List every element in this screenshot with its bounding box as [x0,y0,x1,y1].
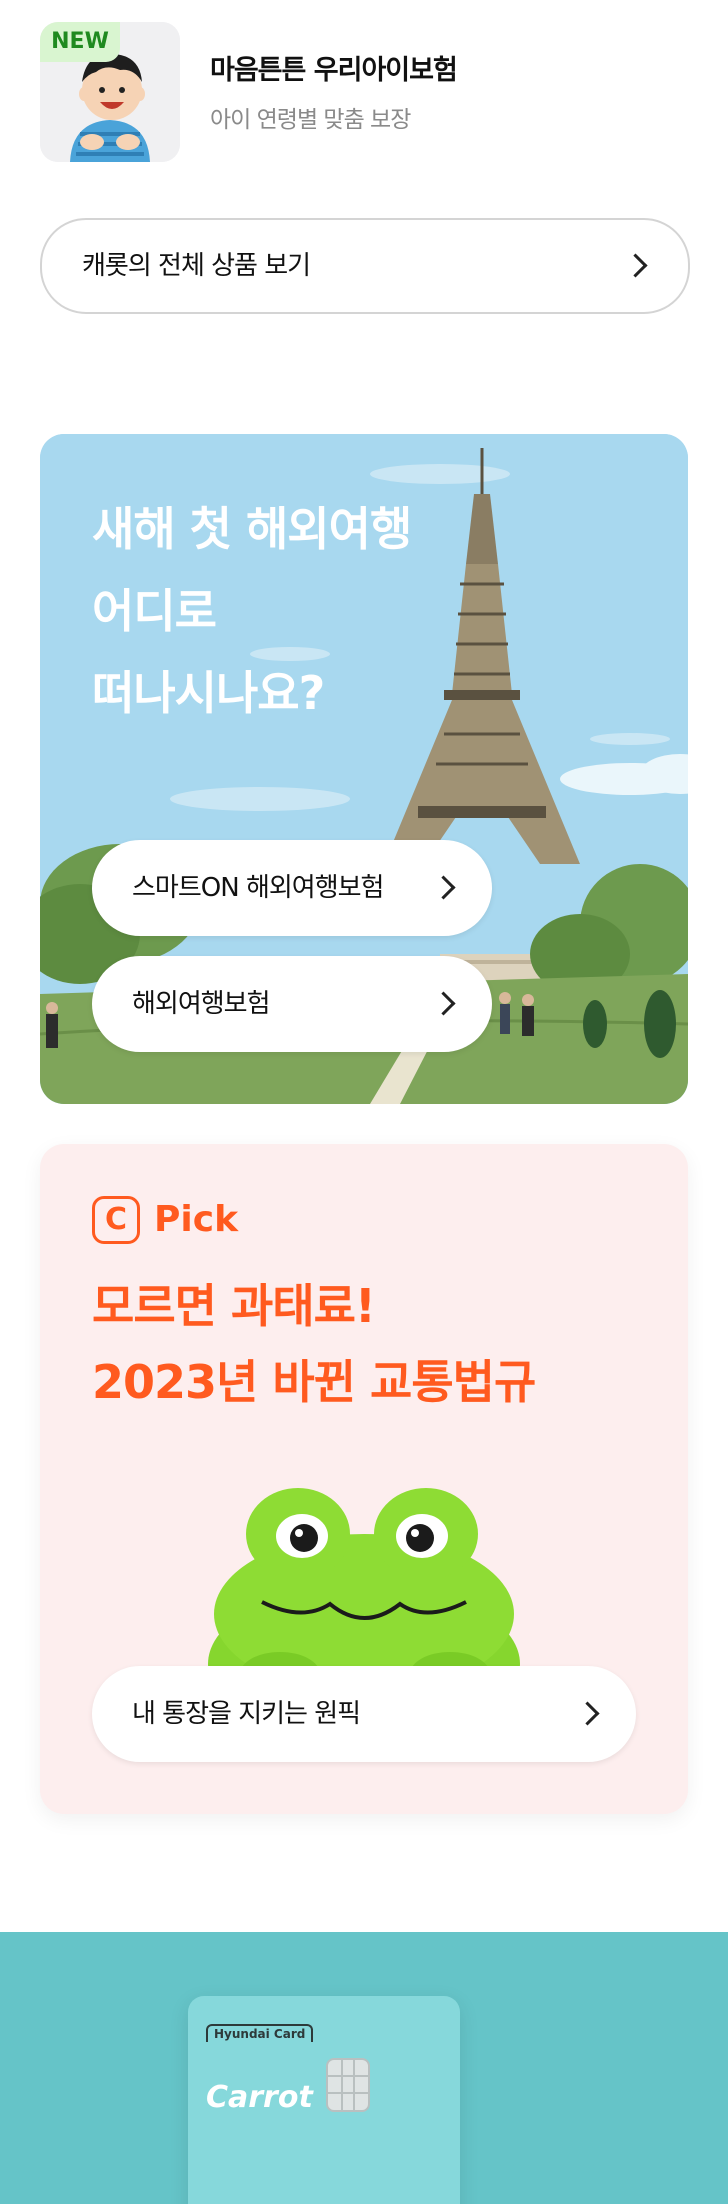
all-products-button[interactable]: 캐롯의 전체 상품 보기 [40,218,690,314]
chevron-right-icon [623,253,648,278]
chevron-right-icon [431,991,456,1016]
product-title: 마음튼튼 우리아이보험 [210,55,458,86]
smarton-travel-insurance-button[interactable]: 스마트ON 해외여행보험 [92,840,492,936]
card-promo-section[interactable]: Hyundai Card Carrot [0,1932,728,2204]
product-subtitle: 아이 연령별 맞춤 보장 [210,107,411,133]
card-name: Carrot [206,2080,313,2115]
button-label: 해외여행보험 [132,989,271,1019]
child-illustration: NEW [40,22,180,162]
new-badge: NEW [40,22,120,62]
card-chip-icon [326,2058,370,2112]
travel-headline: 새해 첫 해외여행 어디로 떠나시나요? [92,488,512,734]
travel-promo-card[interactable]: 새해 첫 해외여행 어디로 떠나시나요? 스마트ON 해외여행보험 해외여행보험 [40,434,688,1104]
carrot-credit-card[interactable]: Hyundai Card Carrot [188,1996,460,2204]
one-pick-button[interactable]: 내 통장을 지키는 원픽 [92,1666,636,1762]
chevron-right-icon [575,1701,600,1726]
button-label: 내 통장을 지키는 원픽 [132,1699,361,1729]
pick-promo-card[interactable]: C Pick 모르면 과태료! 2023년 바뀐 교통법규 내 통장을 지키는 … [40,1144,688,1814]
travel-headline-line: 어디로 [92,584,217,638]
travel-headline-line: 새해 첫 해외여행 [92,502,412,556]
card-brand: Hyundai Card [206,2024,314,2042]
button-label: 스마트ON 해외여행보험 [132,873,384,903]
travel-headline-line: 떠나시나요? [92,666,325,720]
chevron-right-icon [431,875,456,900]
all-products-label: 캐롯의 전체 상품 보기 [82,251,311,281]
travel-insurance-button[interactable]: 해외여행보험 [92,956,492,1052]
product-item[interactable]: NEW 마음튼튼 우리아이보험 아이 연령별 맞춤 보장 [40,22,700,162]
